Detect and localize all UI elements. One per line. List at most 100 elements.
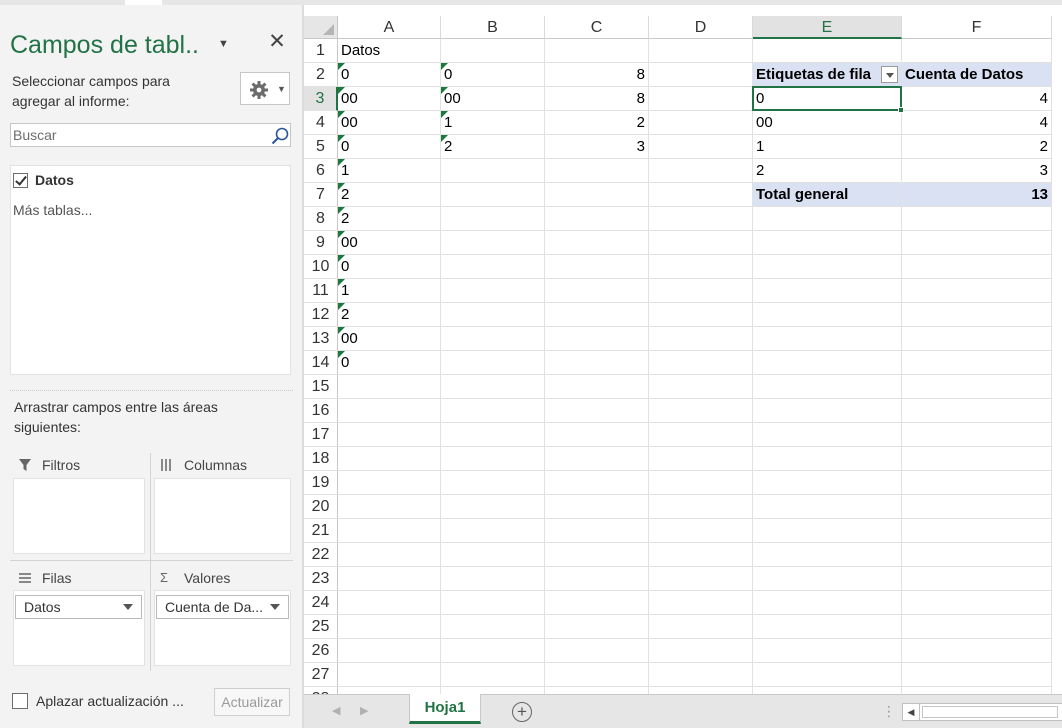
cell-a18[interactable] [338, 447, 441, 471]
cell-a14[interactable]: 0 [338, 351, 441, 375]
cell-f28[interactable] [902, 687, 1052, 694]
cell-a24[interactable] [338, 591, 441, 615]
cell-f3[interactable]: 4 [902, 87, 1052, 111]
cell-b27[interactable] [441, 663, 545, 687]
cell-b11[interactable] [441, 279, 545, 303]
row-header-23[interactable]: 23 [304, 567, 338, 591]
row-header-14[interactable]: 14 [304, 351, 338, 375]
cell-f26[interactable] [902, 639, 1052, 663]
cell-d23[interactable] [649, 567, 753, 591]
pivot-filter-dropdown-icon[interactable] [881, 66, 898, 83]
cell-d27[interactable] [649, 663, 753, 687]
cell-e10[interactable] [753, 255, 902, 279]
cell-e8[interactable] [753, 207, 902, 231]
cell-d10[interactable] [649, 255, 753, 279]
cell-a13[interactable]: 00 [338, 327, 441, 351]
prev-sheet-icon[interactable]: ◀ [332, 704, 340, 717]
cell-d22[interactable] [649, 543, 753, 567]
cell-f17[interactable] [902, 423, 1052, 447]
row-header-20[interactable]: 20 [304, 495, 338, 519]
cell-e13[interactable] [753, 327, 902, 351]
cell-c25[interactable] [545, 615, 649, 639]
cell-e2[interactable]: Etiquetas de fila [753, 63, 902, 87]
cell-b23[interactable] [441, 567, 545, 591]
cell-b4[interactable]: 1 [441, 111, 545, 135]
cell-d20[interactable] [649, 495, 753, 519]
cell-f7[interactable]: 13 [902, 183, 1052, 207]
tools-button[interactable]: ▼ [240, 72, 290, 105]
cell-f22[interactable] [902, 543, 1052, 567]
row-header-16[interactable]: 16 [304, 399, 338, 423]
cell-e21[interactable] [753, 519, 902, 543]
row-header-5[interactable]: 5 [304, 135, 338, 159]
cell-e4[interactable]: 00 [753, 111, 902, 135]
filters-drop-zone[interactable] [13, 478, 145, 554]
row-header-25[interactable]: 25 [304, 615, 338, 639]
cell-a3[interactable]: 00 [338, 87, 441, 111]
column-header-f[interactable]: F [902, 16, 1052, 39]
row-header-22[interactable]: 22 [304, 543, 338, 567]
row-header-11[interactable]: 11 [304, 279, 338, 303]
cell-a1[interactable]: Datos [338, 39, 441, 63]
cell-f11[interactable] [902, 279, 1052, 303]
cell-f1[interactable] [902, 39, 1052, 63]
row-header-28[interactable]: 28 [304, 687, 338, 694]
cell-e1[interactable] [753, 39, 902, 63]
search-box[interactable] [10, 123, 291, 147]
cell-b10[interactable] [441, 255, 545, 279]
cell-e26[interactable] [753, 639, 902, 663]
cell-f6[interactable]: 3 [902, 159, 1052, 183]
cell-c27[interactable] [545, 663, 649, 687]
cell-a22[interactable] [338, 543, 441, 567]
field-item-datos[interactable]: Datos [13, 170, 74, 190]
cell-c12[interactable] [545, 303, 649, 327]
cell-a2[interactable]: 0 [338, 63, 441, 87]
cell-d11[interactable] [649, 279, 753, 303]
defer-update-checkbox[interactable] [12, 693, 28, 709]
row-header-15[interactable]: 15 [304, 375, 338, 399]
cell-d28[interactable] [649, 687, 753, 694]
cell-c18[interactable] [545, 447, 649, 471]
cell-e12[interactable] [753, 303, 902, 327]
cell-d13[interactable] [649, 327, 753, 351]
row-header-12[interactable]: 12 [304, 303, 338, 327]
cell-a11[interactable]: 1 [338, 279, 441, 303]
cell-d2[interactable] [649, 63, 753, 87]
cell-b2[interactable]: 0 [441, 63, 545, 87]
cell-b13[interactable] [441, 327, 545, 351]
cell-e11[interactable] [753, 279, 902, 303]
cell-c22[interactable] [545, 543, 649, 567]
cell-b15[interactable] [441, 375, 545, 399]
cell-c6[interactable] [545, 159, 649, 183]
cell-b16[interactable] [441, 399, 545, 423]
cell-b14[interactable] [441, 351, 545, 375]
row-header-18[interactable]: 18 [304, 447, 338, 471]
cell-d25[interactable] [649, 615, 753, 639]
cell-f2[interactable]: Cuenta de Datos [902, 63, 1052, 87]
cell-b6[interactable] [441, 159, 545, 183]
cell-d4[interactable] [649, 111, 753, 135]
cell-a19[interactable] [338, 471, 441, 495]
column-header-b[interactable]: B [441, 16, 545, 39]
cell-a5[interactable]: 0 [338, 135, 441, 159]
cell-c8[interactable] [545, 207, 649, 231]
cell-b5[interactable]: 2 [441, 135, 545, 159]
cell-d26[interactable] [649, 639, 753, 663]
cell-d14[interactable] [649, 351, 753, 375]
cell-c21[interactable] [545, 519, 649, 543]
scroll-left-icon[interactable]: ◀ [902, 703, 920, 721]
cell-d16[interactable] [649, 399, 753, 423]
cell-a9[interactable]: 00 [338, 231, 441, 255]
row-header-26[interactable]: 26 [304, 639, 338, 663]
cell-f13[interactable] [902, 327, 1052, 351]
cell-c4[interactable]: 2 [545, 111, 649, 135]
cell-d5[interactable] [649, 135, 753, 159]
cell-c2[interactable]: 8 [545, 63, 649, 87]
cell-b8[interactable] [441, 207, 545, 231]
cell-e28[interactable] [753, 687, 902, 694]
row-header-4[interactable]: 4 [304, 111, 338, 135]
select-all-corner[interactable] [304, 16, 338, 39]
scrollbar-thumb[interactable] [922, 706, 1058, 718]
cell-b18[interactable] [441, 447, 545, 471]
cell-c13[interactable] [545, 327, 649, 351]
